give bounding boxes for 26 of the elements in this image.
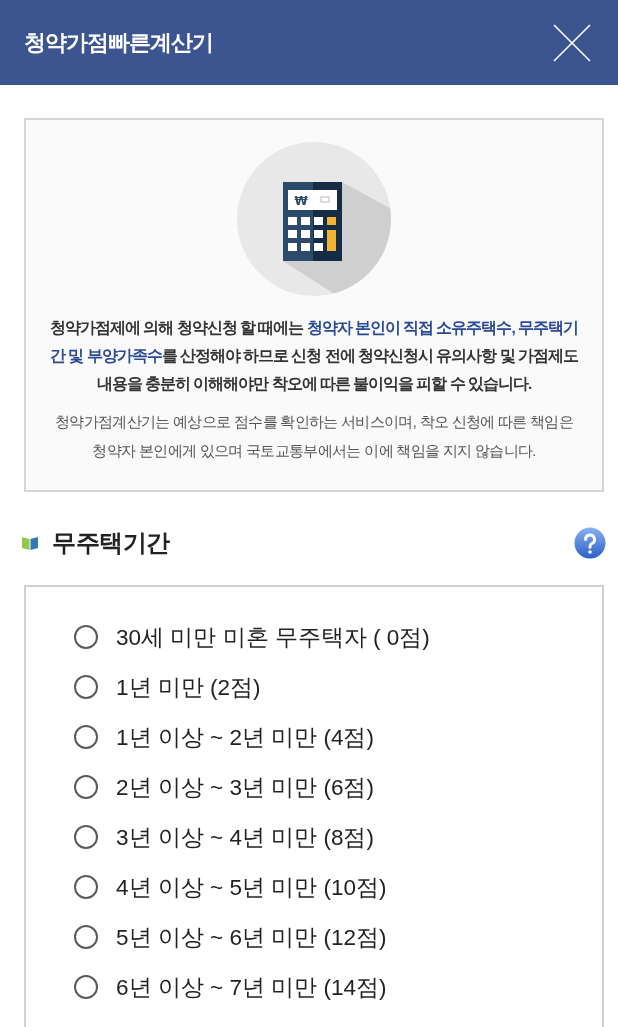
option-label: 4년 이상 ~ 5년 미만 (10점) bbox=[116, 873, 387, 902]
section-title: 무주택기간 bbox=[52, 528, 171, 558]
option-label: 1년 이상 ~ 2년 미만 (4점) bbox=[116, 723, 374, 752]
option-label: 5년 이상 ~ 6년 미만 (12점) bbox=[116, 923, 387, 952]
radio-button[interactable] bbox=[74, 875, 98, 899]
calculator-icon: ₩ bbox=[237, 142, 391, 296]
radio-button[interactable] bbox=[74, 925, 98, 949]
radio-button[interactable] bbox=[74, 725, 98, 749]
help-icon bbox=[574, 527, 606, 559]
radio-button[interactable] bbox=[74, 775, 98, 799]
close-icon bbox=[553, 23, 591, 62]
radio-button[interactable] bbox=[74, 675, 98, 699]
disclaimer-paragraph: 청약가점계산기는 예상으로 점수를 확인하는 서비스이며, 착오 신청에 따른 책임은 청약자 본인에게 있으며 국토교통부에서는 이에 책임을 지지 않습니다. bbox=[53, 413, 575, 461]
option-label: 3년 이상 ~ 4년 미만 (8점) bbox=[116, 823, 374, 852]
help-button[interactable] bbox=[574, 527, 606, 559]
option-label: 1년 미만 (2점) bbox=[116, 673, 261, 702]
window-title: 청약가점빠른계산기 bbox=[24, 28, 213, 57]
close-button[interactable] bbox=[552, 22, 592, 63]
radio-button[interactable] bbox=[74, 825, 98, 849]
option-label: 30세 미만 미혼 무주택자 ( 0점) bbox=[116, 623, 430, 652]
intro-paragraph: 청약가점제에 의해 청약신청 할 때에는 청약자 본인이 직접 소유주택수, 무주택기간 및 부양가족수를 산정해야 하므로 신청 전에 청약신청시 유의사항 및 가점제도 내용을 충분히 이해해야만 착오에 따른 불이익을 피할 수 있습니다. bbox=[48, 318, 580, 394]
book-icon bbox=[22, 536, 38, 550]
option-label: 2년 이상 ~ 3년 미만 (6점) bbox=[116, 773, 374, 802]
radio-button[interactable] bbox=[74, 975, 98, 999]
radio-button[interactable] bbox=[74, 625, 98, 649]
option-label: 6년 이상 ~ 7년 미만 (14점) bbox=[116, 973, 387, 1002]
